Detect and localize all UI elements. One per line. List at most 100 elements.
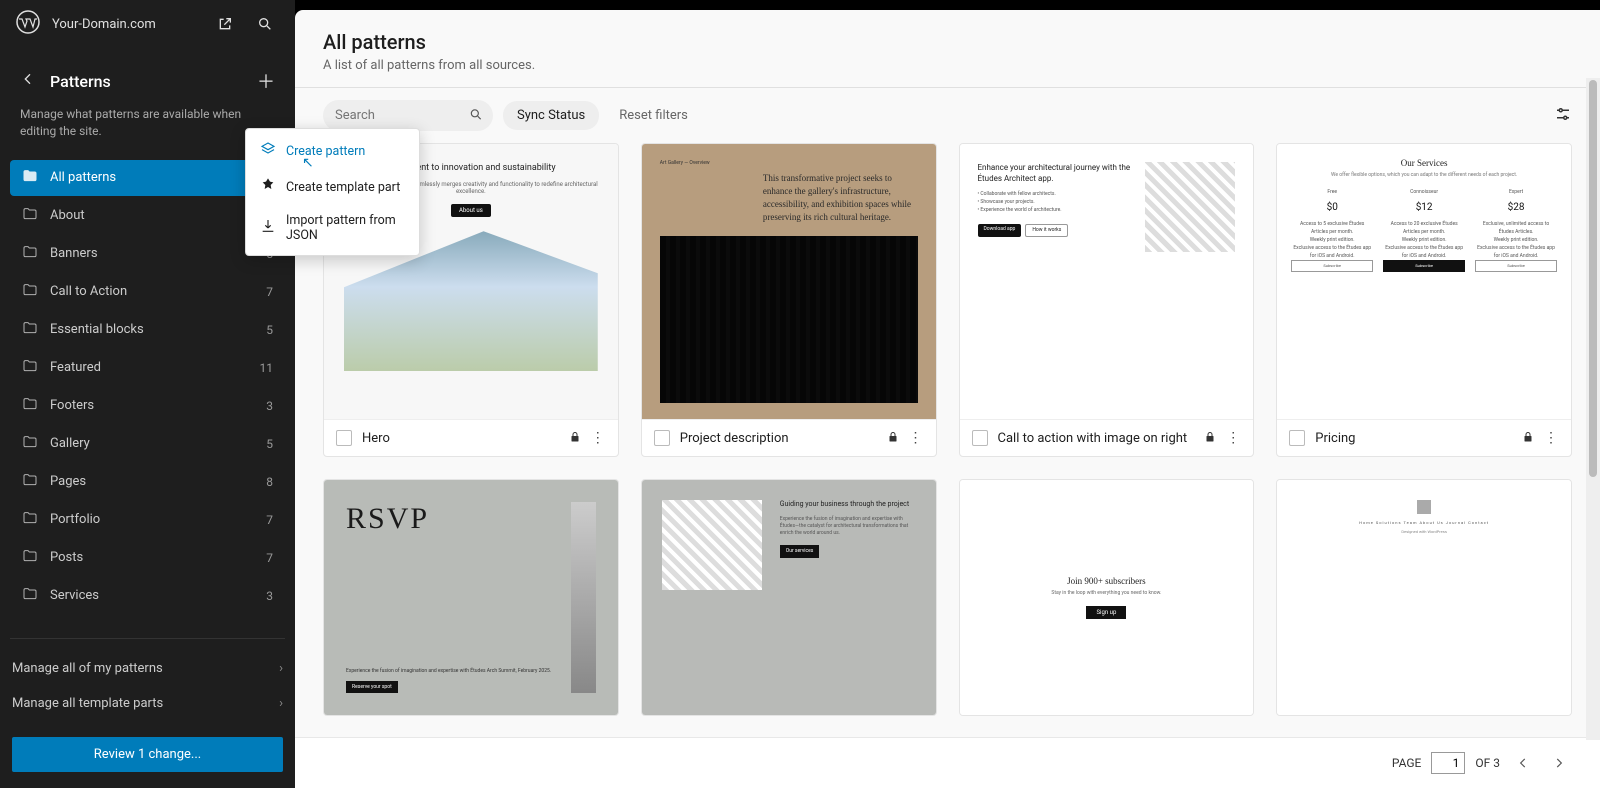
sidebar-item-team[interactable]: Team1 — [10, 616, 285, 626]
folder-icon — [22, 624, 38, 626]
add-pattern-button[interactable]: ＋ — [257, 68, 275, 94]
folder-icon — [22, 244, 38, 264]
nav-item-label: Featured — [50, 360, 101, 375]
card-footer: Pricing ⋮ — [1277, 419, 1571, 456]
toolbar: Sync Status Reset filters — [295, 88, 1600, 143]
review-changes-button[interactable]: Review 1 change... — [12, 737, 283, 772]
nav-item-label: Call to Action — [50, 284, 127, 299]
nav-item-count: 7 — [266, 551, 273, 565]
manage-link[interactable]: Manage all of my patterns › — [0, 651, 295, 686]
nav-item-label: Banners — [50, 246, 98, 261]
folder-icon — [22, 358, 38, 378]
folder-icon — [22, 434, 38, 454]
pattern-card[interactable]: Art Gallery — OverviewThis transformativ… — [641, 143, 937, 457]
sidebar-item-posts[interactable]: Posts 7 — [10, 540, 285, 576]
reset-filters-button[interactable]: Reset filters — [609, 102, 698, 129]
popover-item-create-template-part[interactable]: Create template part — [246, 169, 419, 205]
card-footer: Hero ⋮ — [324, 419, 618, 456]
prev-page-icon[interactable] — [1510, 750, 1536, 776]
pagination: PAGE OF 3 — [295, 737, 1600, 788]
sidebar-item-call-to-action[interactable]: Call to Action 7 — [10, 274, 285, 310]
nav-item-count: 7 — [266, 285, 273, 299]
sidebar-item-about[interactable]: About8 — [10, 198, 285, 234]
pattern-preview: Our ServicesWe offer flexible options, w… — [1277, 144, 1571, 419]
nav-item-label: Posts — [50, 550, 83, 565]
popover-item-create-pattern[interactable]: Create pattern↖ — [246, 133, 419, 169]
filter-icon[interactable] — [1554, 105, 1572, 127]
sync-status-button[interactable]: Sync Status — [503, 101, 599, 130]
pattern-card[interactable]: Enhance your architectural journey with … — [959, 143, 1255, 457]
nav-item-label: Gallery — [50, 436, 90, 451]
popover-icon — [260, 218, 276, 238]
next-page-icon[interactable] — [1546, 750, 1572, 776]
lock-icon — [569, 431, 581, 446]
select-checkbox[interactable] — [1289, 430, 1305, 446]
popover-item-import-pattern-from-json[interactable]: Import pattern from JSON — [246, 205, 419, 251]
page-label: PAGE — [1392, 756, 1422, 770]
popover-icon — [260, 141, 276, 161]
select-checkbox[interactable] — [654, 430, 670, 446]
pattern-preview: Guiding your business through the projec… — [642, 480, 936, 715]
pattern-card[interactable]: Guiding your business through the projec… — [641, 479, 937, 716]
page-subtitle: A list of all patterns from all sources. — [323, 58, 1572, 73]
pattern-grid: ... mitment to innovation and sustainabi… — [323, 143, 1572, 716]
sidebar-item-featured[interactable]: Featured 11 — [10, 350, 285, 386]
search-icon[interactable] — [251, 10, 279, 38]
separator — [10, 638, 285, 639]
pattern-card[interactable]: Our ServicesWe offer flexible options, w… — [1276, 143, 1572, 457]
sidebar-item-pages[interactable]: Pages8 — [10, 464, 285, 500]
sidebar-item-all-patterns[interactable]: All patterns — [10, 160, 285, 196]
actions-menu-icon[interactable]: ⋮ — [1226, 430, 1241, 446]
select-checkbox[interactable] — [336, 430, 352, 446]
nav-item-label: Pages — [50, 474, 86, 489]
nav-item-label: Portfolio — [50, 512, 100, 527]
pattern-preview: Join 900+ subscribersStay in the loop wi… — [960, 480, 1254, 715]
manage-link[interactable]: Manage all template parts› — [0, 686, 295, 721]
nav-item-label: Essential blocks — [50, 322, 144, 337]
sidebar-item-footers[interactable]: Footers3 — [10, 388, 285, 424]
search-field — [323, 100, 493, 131]
sidebar-item-essential-blocks[interactable]: Essential blocks 5 — [10, 312, 285, 348]
search-input[interactable] — [323, 100, 493, 131]
chevron-right-icon: › — [279, 661, 283, 676]
folder-icon — [22, 510, 38, 530]
folder-icon — [22, 206, 38, 226]
page-of: OF 3 — [1475, 756, 1500, 770]
sidebar-item-banners[interactable]: Banners5 — [10, 236, 285, 272]
sidebar-item-services[interactable]: Services3 — [10, 578, 285, 614]
popover-label: Create pattern — [286, 144, 365, 159]
nav-item-count: 11 — [260, 361, 274, 375]
actions-menu-icon[interactable]: ⋮ — [591, 430, 606, 446]
page-title: All patterns — [323, 30, 1572, 54]
pattern-card[interactable]: Home Solutions Team About Us Journal Con… — [1276, 479, 1572, 716]
nav-item-count: 5 — [266, 323, 273, 337]
wordpress-logo-icon[interactable] — [16, 10, 40, 38]
search-icon[interactable] — [469, 106, 483, 125]
nav-title: Patterns — [50, 72, 257, 91]
actions-menu-icon[interactable]: ⋮ — [909, 430, 924, 446]
open-site-icon[interactable] — [211, 10, 239, 38]
folder-icon — [22, 320, 38, 340]
select-checkbox[interactable] — [972, 430, 988, 446]
site-name[interactable]: Your-Domain.com — [52, 17, 199, 32]
nav-item-count: 3 — [266, 589, 273, 603]
pattern-card[interactable]: RSVPExperience the fusion of imagination… — [323, 479, 619, 716]
pattern-grid-scroll[interactable]: ... mitment to innovation and sustainabi… — [295, 143, 1600, 737]
nav-item-label: All patterns — [50, 170, 116, 185]
folder-icon — [22, 396, 38, 416]
nav-item-count: 3 — [266, 399, 273, 413]
nav-item-count: 7 — [266, 513, 273, 527]
sidebar-item-portfolio[interactable]: Portfolio 7 — [10, 502, 285, 538]
page-input[interactable] — [1431, 752, 1465, 774]
sidebar-item-gallery[interactable]: Gallery5 — [10, 426, 285, 462]
lock-icon — [1522, 431, 1534, 446]
card-title: Call to action with image on right — [998, 431, 1195, 446]
pattern-preview: RSVPExperience the fusion of imagination… — [324, 480, 618, 715]
pattern-card[interactable]: Join 900+ subscribersStay in the loop wi… — [959, 479, 1255, 716]
back-icon[interactable] — [20, 71, 36, 91]
scrollbar[interactable] — [1586, 78, 1600, 740]
actions-menu-icon[interactable]: ⋮ — [1544, 430, 1559, 446]
pattern-preview: Enhance your architectural journey with … — [960, 144, 1254, 419]
manage-label: Manage all of my patterns — [12, 661, 163, 676]
popover-icon — [260, 177, 276, 197]
